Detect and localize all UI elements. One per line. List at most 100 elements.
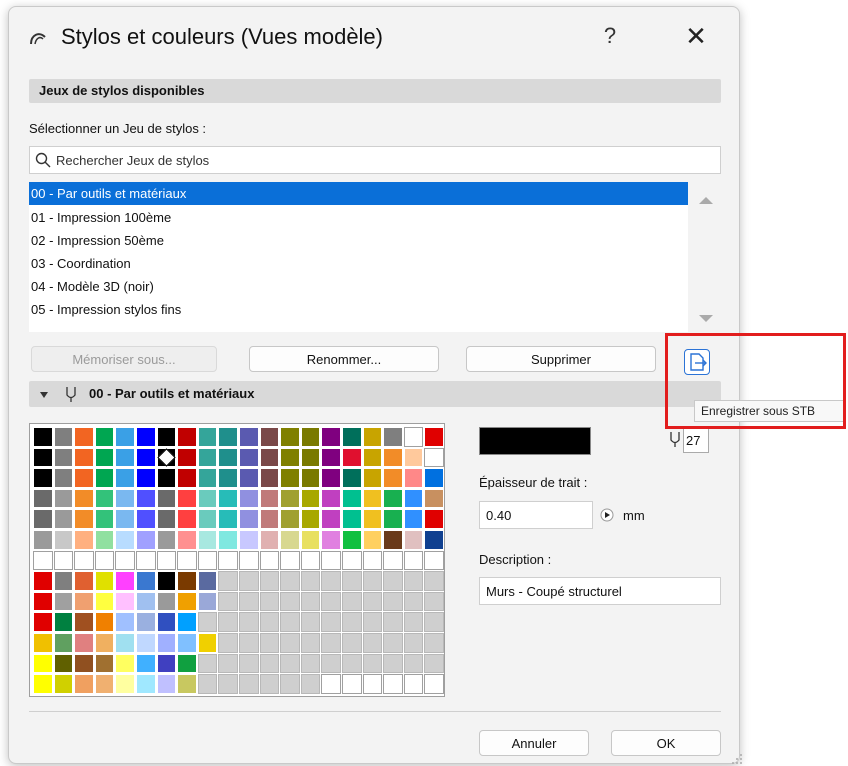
palette-cell[interactable] <box>177 550 197 571</box>
palette-cell[interactable] <box>259 653 280 674</box>
palette-cell[interactable] <box>156 571 177 591</box>
palette-cell[interactable] <box>115 591 135 612</box>
palette-cell[interactable] <box>177 591 197 612</box>
palette-cell[interactable] <box>383 674 403 694</box>
palette-cell[interactable] <box>33 427 53 447</box>
palette-cell[interactable] <box>403 633 424 653</box>
palette-cell[interactable] <box>321 612 341 632</box>
palette-cell[interactable] <box>403 530 424 550</box>
palette-cell[interactable] <box>300 447 321 468</box>
palette-cell[interactable] <box>33 591 53 612</box>
pen-set-details-header[interactable]: 00 - Par outils et matériaux <box>29 381 721 407</box>
palette-cell[interactable] <box>424 633 444 653</box>
palette-cell[interactable] <box>136 633 156 653</box>
palette-cell[interactable] <box>218 488 238 509</box>
palette-cell[interactable] <box>53 612 74 632</box>
palette-cell[interactable] <box>156 530 177 550</box>
palette-cell[interactable] <box>300 488 321 509</box>
palette-cell[interactable] <box>403 674 424 694</box>
unit-dropdown-icon[interactable] <box>600 508 614 522</box>
palette-cell[interactable] <box>115 509 135 529</box>
palette-cell[interactable] <box>321 468 341 488</box>
palette-cell[interactable] <box>177 468 197 488</box>
palette-cell[interactable] <box>403 468 424 488</box>
palette-cell[interactable] <box>33 509 53 529</box>
palette-cell[interactable] <box>218 468 238 488</box>
palette-cell[interactable] <box>33 571 53 591</box>
palette-cell[interactable] <box>239 427 259 447</box>
palette-cell[interactable] <box>300 427 321 447</box>
palette-cell[interactable] <box>383 509 403 529</box>
palette-cell[interactable] <box>115 674 135 694</box>
palette-cell[interactable] <box>280 530 300 550</box>
thickness-field[interactable]: 0.40 <box>479 501 593 529</box>
palette-cell[interactable] <box>197 427 218 447</box>
palette-cell[interactable] <box>300 550 321 571</box>
palette-cell[interactable] <box>403 653 424 674</box>
palette-cell[interactable] <box>53 447 74 468</box>
save-as-button[interactable]: Mémoriser sous... <box>31 346 217 372</box>
palette-cell[interactable] <box>321 653 341 674</box>
palette-cell[interactable] <box>403 447 424 468</box>
palette-cell[interactable] <box>403 488 424 509</box>
palette-cell[interactable] <box>239 488 259 509</box>
palette-cell[interactable] <box>218 571 238 591</box>
palette-cell[interactable] <box>424 653 444 674</box>
palette-cell[interactable] <box>197 509 218 529</box>
palette-cell[interactable] <box>156 488 177 509</box>
palette-cell[interactable] <box>342 468 362 488</box>
palette-cell[interactable] <box>218 447 238 468</box>
palette-cell[interactable] <box>94 674 115 694</box>
palette-cell[interactable] <box>424 427 444 447</box>
ok-button[interactable]: OK <box>611 730 721 756</box>
palette-cell[interactable] <box>115 633 135 653</box>
palette-cell[interactable] <box>53 550 74 571</box>
palette-cell[interactable] <box>239 612 259 632</box>
palette-cell[interactable] <box>362 468 383 488</box>
scroll-down-arrow-icon[interactable] <box>699 315 713 322</box>
palette-cell[interactable] <box>218 653 238 674</box>
palette-cell[interactable] <box>259 530 280 550</box>
palette-cell[interactable] <box>259 447 280 468</box>
palette-cell[interactable] <box>362 653 383 674</box>
palette-cell[interactable] <box>197 571 218 591</box>
palette-cell[interactable] <box>342 530 362 550</box>
palette-cell[interactable] <box>197 591 218 612</box>
palette-cell[interactable] <box>259 612 280 632</box>
palette-cell[interactable] <box>156 509 177 529</box>
palette-cell[interactable] <box>383 633 403 653</box>
palette-cell[interactable] <box>94 427 115 447</box>
palette-cell[interactable] <box>33 468 53 488</box>
palette-cell[interactable] <box>115 653 135 674</box>
palette-cell[interactable] <box>239 468 259 488</box>
palette-cell[interactable] <box>342 427 362 447</box>
palette-cell[interactable] <box>136 468 156 488</box>
palette-cell[interactable] <box>53 509 74 529</box>
resize-grip-icon[interactable] <box>731 753 743 765</box>
palette-cell[interactable] <box>197 633 218 653</box>
palette-cell[interactable] <box>383 427 403 447</box>
palette-cell[interactable] <box>136 447 156 468</box>
palette-cell[interactable] <box>342 488 362 509</box>
palette-cell[interactable] <box>259 468 280 488</box>
palette-cell[interactable] <box>197 447 218 468</box>
palette-cell[interactable] <box>115 488 135 509</box>
palette-cell[interactable] <box>342 653 362 674</box>
palette-cell[interactable] <box>383 591 403 612</box>
palette-cell[interactable] <box>218 612 238 632</box>
palette-cell[interactable] <box>177 447 197 468</box>
palette-cell[interactable] <box>53 633 74 653</box>
palette-cell[interactable] <box>403 612 424 632</box>
palette-cell[interactable] <box>321 674 341 694</box>
palette-cell[interactable] <box>342 674 362 694</box>
list-item[interactable]: 03 - Coordination <box>29 252 688 275</box>
palette-cell[interactable] <box>94 591 115 612</box>
palette-cell[interactable] <box>424 571 444 591</box>
palette-cell[interactable] <box>156 633 177 653</box>
palette-cell[interactable] <box>362 488 383 509</box>
palette-cell[interactable] <box>424 674 444 694</box>
palette-cell[interactable] <box>136 427 156 447</box>
palette-cell[interactable] <box>177 612 197 632</box>
palette-cell[interactable] <box>197 612 218 632</box>
palette-cell[interactable] <box>300 571 321 591</box>
